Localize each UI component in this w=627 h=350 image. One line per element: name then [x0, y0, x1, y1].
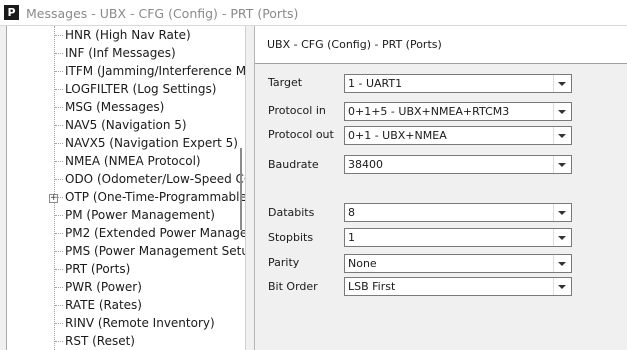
pane-header: UBX - CFG (Config) - PRT (Ports) — [255, 26, 627, 64]
databits-value: 8 — [348, 206, 355, 219]
tree-item-label: PRT (Ports) — [65, 262, 131, 276]
chevron-down-icon — [558, 110, 566, 114]
protocol-out-dropdown-button[interactable] — [553, 127, 571, 144]
tree-item-rinv[interactable]: RINV (Remote Inventory) — [55, 314, 245, 332]
protocol-out-select[interactable]: 0+1 - UBX+NMEA — [344, 126, 572, 145]
tree-item-logfilter[interactable]: LOGFILTER (Log Settings) — [55, 80, 245, 98]
tree-item-pwr[interactable]: PWR (Power) — [55, 278, 245, 296]
tree-item-hnr[interactable]: HNR (High Nav Rate) — [55, 26, 245, 44]
target-label: Target — [268, 76, 303, 89]
bit-order-value: LSB First — [348, 280, 396, 293]
protocol-in-dropdown-button[interactable] — [553, 103, 571, 120]
tree-item-label: PMS (Power Management Setup) — [65, 244, 245, 258]
protocol-in-label: Protocol in — [268, 104, 326, 117]
tree-item-label: ODO (Odometer/Low-Speed COG) — [65, 172, 245, 186]
tree-item-inf[interactable]: INF (Inf Messages) — [55, 44, 245, 62]
tree-item-label: PWR (Power) — [65, 280, 142, 294]
stopbits-dropdown-button[interactable] — [553, 229, 571, 246]
tree-item-label: PM (Power Management) — [65, 208, 215, 222]
chevron-down-icon — [558, 134, 566, 138]
parity-select[interactable]: None — [344, 254, 572, 273]
tree-item-label: ITFM (Jamming/Interference Monitor) — [65, 64, 245, 78]
target-select[interactable]: 1 - UART1 — [344, 74, 572, 93]
window-title: Messages - UBX - CFG (Config) - PRT (Por… — [26, 6, 299, 21]
bit-order-dropdown-button[interactable] — [553, 278, 571, 295]
tree-item-nmea[interactable]: NMEA (NMEA Protocol) — [55, 152, 245, 170]
chevron-down-icon — [558, 211, 566, 215]
protocol-in-select[interactable]: 0+1+5 - UBX+NMEA+RTCM3 — [344, 102, 572, 121]
config-pane: UBX - CFG (Config) - PRT (Ports) Target … — [254, 26, 627, 350]
parity-label: Parity — [268, 256, 300, 269]
tree-item-label: INF (Inf Messages) — [65, 46, 176, 60]
protocol-out-label: Protocol out — [268, 128, 334, 141]
chevron-down-icon — [558, 285, 566, 289]
databits-select[interactable]: 8 — [344, 203, 572, 222]
tree-item-label: HNR (High Nav Rate) — [65, 28, 191, 42]
tree-item-label: RST (Reset) — [65, 334, 135, 348]
stopbits-label: Stopbits — [268, 231, 314, 244]
tree-item-label: NAV5 (Navigation 5) — [65, 118, 187, 132]
tree-item-label: OTP (One-Time-Programmable) — [65, 190, 245, 204]
bit-order-label: Bit Order — [268, 280, 318, 293]
splitter-handle[interactable] — [240, 148, 242, 230]
stopbits-select[interactable]: 1 — [344, 228, 572, 247]
tree-item-label: MSG (Messages) — [65, 100, 165, 114]
chevron-down-icon — [558, 262, 566, 266]
tree-item-label: LOGFILTER (Log Settings) — [65, 82, 217, 96]
databits-dropdown-button[interactable] — [553, 204, 571, 221]
chevron-down-icon — [558, 82, 566, 86]
message-tree[interactable]: HNR (High Nav Rate) INF (Inf Messages) I… — [6, 26, 246, 350]
target-dropdown-button[interactable] — [553, 75, 571, 92]
tree-item-label: PM2 (Extended Power Management) — [65, 226, 245, 240]
app-icon: P — [4, 5, 19, 20]
chevron-down-icon — [558, 236, 566, 240]
protocol-in-value: 0+1+5 - UBX+NMEA+RTCM3 — [348, 105, 510, 118]
tree-item-rate[interactable]: RATE (Rates) — [55, 296, 245, 314]
chevron-down-icon — [558, 163, 566, 167]
tree-item-nav5[interactable]: NAV5 (Navigation 5) — [55, 116, 245, 134]
tree-item-msg[interactable]: MSG (Messages) — [55, 98, 245, 116]
databits-label: Databits — [268, 206, 315, 219]
stopbits-value: 1 — [348, 231, 355, 244]
baudrate-select[interactable]: 38400 — [344, 155, 572, 174]
tree-item-itfm[interactable]: ITFM (Jamming/Interference Monitor) — [55, 62, 245, 80]
baudrate-label: Baudrate — [268, 158, 319, 171]
tree-item-label: RINV (Remote Inventory) — [65, 316, 215, 330]
tree-item-navx5[interactable]: NAVX5 (Navigation Expert 5) — [55, 134, 245, 152]
tree-item-label: NAVX5 (Navigation Expert 5) — [65, 136, 238, 150]
parity-value: None — [348, 257, 377, 270]
pane-title: UBX - CFG (Config) - PRT (Ports) — [267, 38, 442, 51]
tree-item-odo[interactable]: ODO (Odometer/Low-Speed COG) — [55, 170, 245, 188]
baudrate-dropdown-button[interactable] — [553, 156, 571, 173]
tree-item-rst[interactable]: RST (Reset) — [55, 332, 245, 350]
title-bar: P Messages - UBX - CFG (Config) - PRT (P… — [0, 0, 627, 26]
tree-item-pm2[interactable]: PM2 (Extended Power Management) — [55, 224, 245, 242]
parity-dropdown-button[interactable] — [553, 255, 571, 272]
tree-item-pms[interactable]: PMS (Power Management Setup) — [55, 242, 245, 260]
tree-item-otp[interactable]: OTP (One-Time-Programmable) — [55, 188, 245, 206]
protocol-out-value: 0+1 - UBX+NMEA — [348, 129, 447, 142]
target-value: 1 - UART1 — [348, 77, 403, 90]
tree-item-label: RATE (Rates) — [65, 298, 142, 312]
tree-item-pm[interactable]: PM (Power Management) — [55, 206, 245, 224]
tree-item-label: NMEA (NMEA Protocol) — [65, 154, 201, 168]
tree-item-prt[interactable]: PRT (Ports) — [55, 260, 245, 278]
baudrate-value: 38400 — [348, 158, 383, 171]
bit-order-select[interactable]: LSB First — [344, 277, 572, 296]
